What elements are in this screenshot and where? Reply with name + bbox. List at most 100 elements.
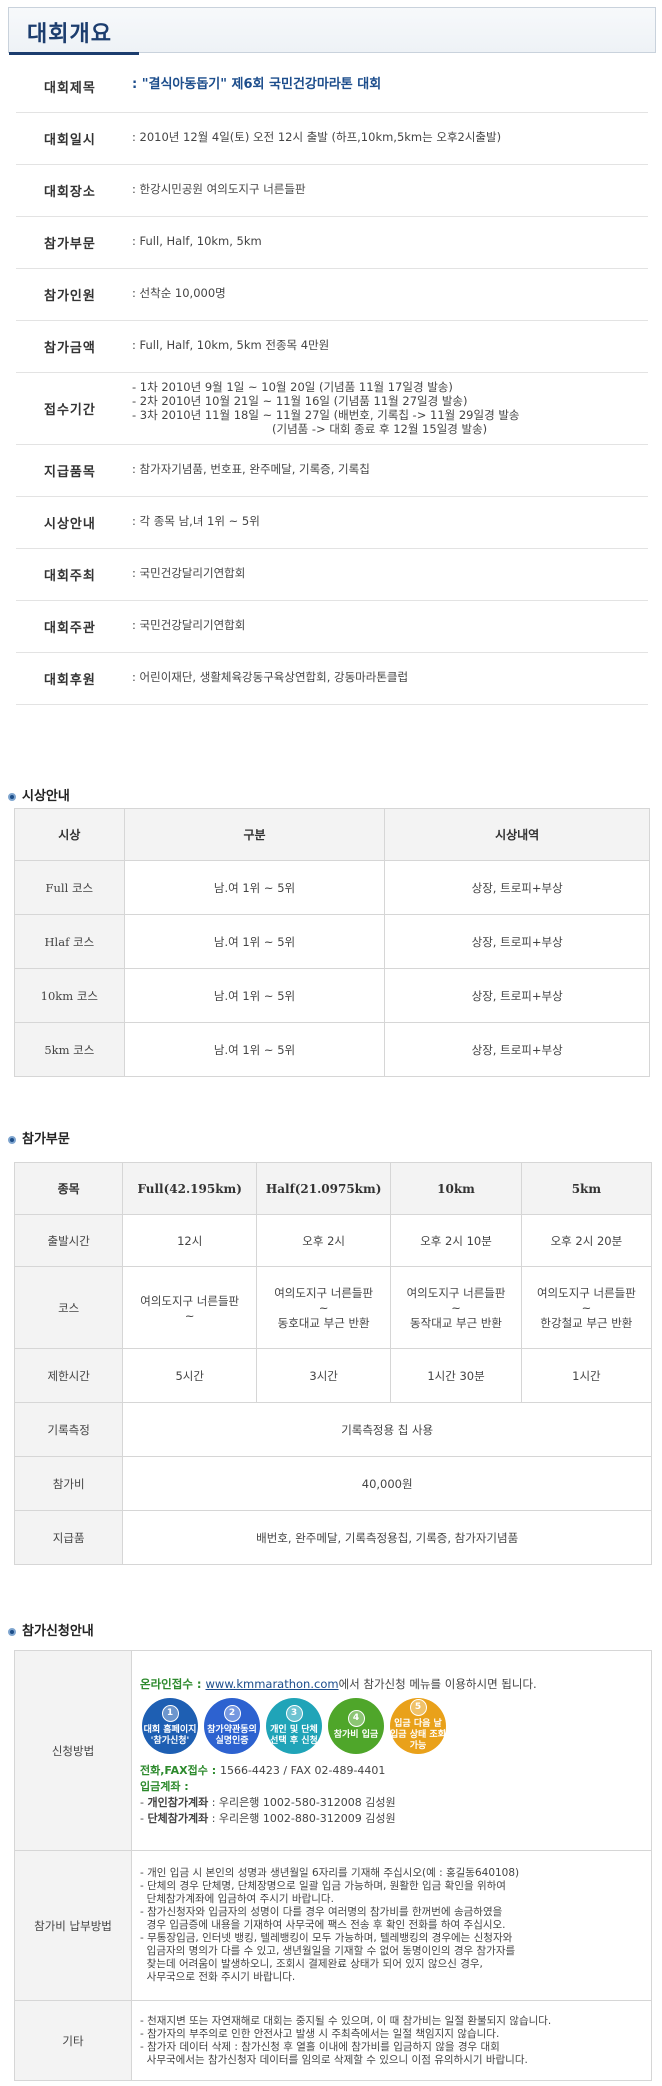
step-text: 입금 다음 날 — [394, 1719, 442, 1729]
table-cell: 오후 2시 10분 — [390, 1214, 522, 1267]
awards-section-title: 시상안내 — [8, 785, 70, 804]
table-cell: 오후 2시 20분 — [520, 1214, 653, 1267]
column-header: 시상 — [14, 808, 125, 861]
categories-section-title: 참가부문 — [8, 1128, 70, 1147]
other-content: - 천재지변 또는 자연재해로 대회는 중지될 수 있으며, 이 때 참가비는 … — [131, 2000, 652, 2081]
other-line: - 참가자 데이터 삭제 : 참가신청 후 열흘 이내에 참가비를 입금하지 않… — [140, 2040, 500, 2053]
overview-line: - 2차 2010년 10월 21일 ~ 11월 16일 (기념품 11월 27… — [132, 394, 468, 408]
course-line: 여의도지구 너른들판 — [406, 1285, 506, 1300]
overview-row: 대회장소: 한강시민공원 여의도지구 너른들판 — [16, 164, 648, 217]
table-row: 기록측정 기록측정용 칩 사용 — [13, 1402, 652, 1457]
course-line: 한강철교 부근 반환 — [540, 1315, 633, 1330]
group-account: - 단체참가계좌 : 우리은행 1002-880-312009 김성원 — [140, 1811, 396, 1825]
title-underline — [9, 52, 139, 55]
course-line: 여의도지구 너른들판 — [274, 1285, 374, 1300]
table-header-row: 시상 구분 시상내역 — [14, 808, 650, 861]
payment-line: 사무국으로 전화 주시기 바랍니다. — [140, 1971, 296, 1983]
course-line: ~ — [318, 1300, 329, 1315]
course-cell: 여의도지구 너른들판 ~ 한강철교 부근 반환 — [520, 1266, 653, 1349]
overview-label: 지급품목 — [44, 465, 96, 480]
table-cell: 상장, 트로피+부상 — [384, 1022, 650, 1077]
step-number: 2 — [223, 1704, 241, 1722]
row-label: 코스 — [13, 1266, 124, 1349]
account-label: 입금계좌 : — [140, 1779, 189, 1793]
method-content: 온라인접수 : www.kmmarathon.com에서 참가신청 메뉴를 이용… — [131, 1650, 652, 1851]
table-cell: 10km 코스 — [14, 968, 125, 1023]
step-number: 5 — [409, 1699, 427, 1716]
table-cell: 오후 2시 — [256, 1214, 392, 1267]
table-cell: 1시간 — [520, 1348, 653, 1403]
page-title: 대회개요 — [27, 22, 112, 47]
payment-line: - 무통장입금, 인터넷 뱅킹, 텔레뱅킹이 모두 가능하며, 텔레뱅킹의 경우… — [140, 1932, 513, 1944]
homepage-link[interactable]: www.kmmarathon.com — [206, 1677, 339, 1691]
row-label: 지급품 — [13, 1510, 124, 1565]
step-number: 3 — [285, 1704, 303, 1722]
table-cell: Hlaf 코스 — [14, 914, 125, 969]
table-row: 10km 코스 남.여 1위 ~ 5위 상장, 트로피+부상 — [14, 968, 650, 1023]
overview-row: 대회주관: 국민건강달리기연합회 — [16, 600, 648, 653]
step-text: 입금 상태 조회 가능 — [390, 1730, 446, 1751]
phone-label: 전화,FAX접수 : — [140, 1763, 220, 1777]
step-circle: 4 참가비 입금 — [328, 1697, 384, 1754]
method-label: 신청방법 — [14, 1650, 132, 1851]
course-line: 여의도지구 너른들판 — [140, 1293, 240, 1308]
overview-value: : 선착순 10,000명 — [132, 286, 226, 300]
step-circle: 1 대회 홈페이지 '참가신청' — [142, 1697, 198, 1754]
overview-row: 참가금액 : Full, Half, 10km, 5km 전종목 4만원 — [16, 320, 648, 373]
table-row: 출발시간 12시 오후 2시 오후 2시 10분 오후 2시 20분 — [13, 1214, 653, 1267]
awards-table: 시상 구분 시상내역 Full 코스 남.여 1위 ~ 5위 상장, 트로피+부상 Hlaf… — [14, 808, 650, 1077]
other-line: 사무국에서는 참가신청자 데이터를 임의로 삭제할 수 있으니 이점 유의하시기… — [140, 2053, 528, 2066]
table-cell: 상장, 트로피+부상 — [384, 914, 650, 969]
row-label: 제한시간 — [13, 1348, 124, 1403]
table-cell: 12시 — [122, 1214, 258, 1267]
column-header: 종목 — [13, 1162, 124, 1215]
overview-label: 참가금액 — [44, 341, 96, 356]
phone-value: 1566-4423 / FAX 02-489-4401 — [219, 1763, 386, 1777]
overview-row: 대회일시 : 2010년 12월 4일(토) 오전 12시 출발 (하프,10km… — [16, 112, 648, 165]
course-line: ~ — [184, 1308, 195, 1323]
payment-line: 입금자의 명의가 다를 수 있고, 생년월일을 기재할 수 없어 동명이인의 경… — [140, 1945, 516, 1957]
column-header: Half(21.0975km) — [256, 1162, 392, 1215]
overview-label: 시상안내 — [44, 517, 96, 532]
overview-value: : Full, Half, 10km, 5km — [132, 234, 262, 248]
overview-row: 지급품목: 참가자기념품, 번호표, 완주메달, 기록증, 기록칩 — [16, 444, 648, 497]
table-row: 5km 코스 남.여 1위 ~ 5위 상장, 트로피+부상 — [14, 1022, 650, 1077]
overview-label: 대회후원 — [44, 673, 96, 688]
overview-value: - 1차 2010년 9월 1일 ~ 10월 20일 (기념품 11월 17일경… — [132, 380, 519, 436]
step-circle: 2 참가약관동의 실명인증 — [204, 1697, 260, 1754]
overview-label: 대회일시 — [44, 133, 96, 148]
overview-row: 참가부문: Full, Half, 10km, 5km — [16, 216, 648, 269]
course-line: 여의도지구 너른들판 — [536, 1285, 636, 1300]
table-cell: 5시간 — [122, 1348, 258, 1403]
column-header: 10km — [390, 1162, 522, 1215]
payment-label: 참가비 납부방법 — [14, 1850, 132, 2001]
overview-value: : 어린이재단, 생활체육강동구육상연합회, 강동마라톤클럽 — [132, 670, 409, 684]
overview-value: : 2010년 12월 4일(토) 오전 12시 출발 (하프,10km,5km… — [132, 130, 502, 144]
course-cell: 여의도지구 너른들판 ~ 동작대교 부근 반환 — [390, 1266, 522, 1349]
table-cell: 배번호, 완주메달, 기록측정용칩, 기록증, 참가자기념품 — [122, 1510, 652, 1565]
step-number: 4 — [347, 1710, 365, 1727]
step-number: 1 — [161, 1704, 179, 1722]
step-circle: 3 개인 및 단체 선택 후 신청 — [266, 1697, 322, 1754]
overview-value: : Full, Half, 10km, 5km 전종목 4만원 — [132, 338, 330, 352]
overview-list: 대회제목: "결식아동돕기" 제6회 국민건강마라톤 대회대회일시 : 2010년… — [16, 60, 648, 740]
overview-row: 대회제목: "결식아동돕기" 제6회 국민건강마라톤 대회 — [16, 60, 648, 113]
payment-line: 단체참가계좌에 입금하여 주시기 바랍니다. — [140, 1893, 334, 1905]
course-line: ~ — [451, 1300, 461, 1315]
course-line: ~ — [581, 1300, 592, 1315]
table-cell: Full 코스 — [14, 860, 125, 915]
overview-label: 대회제목 — [44, 81, 96, 96]
table-row: 지급품 배번호, 완주메달, 기록측정용칩, 기록증, 참가자기념품 — [13, 1510, 652, 1565]
row-label: 출발시간 — [13, 1214, 124, 1267]
table-row: 제한시간 5시간 3시간 1시간 30분 1시간 — [13, 1348, 653, 1403]
table-row: 참가비 40,000원 — [13, 1456, 652, 1511]
table-cell: 3시간 — [256, 1348, 392, 1403]
overview-row: 시상안내: 각 종목 남,녀 1위 ~ 5위 — [16, 496, 648, 549]
step-text: 참가약관동의 — [207, 1724, 257, 1735]
payment-line: 찾는데 어려움이 발생하오니, 조회시 결제완료 상태가 되어 있지 않으신 경… — [140, 1958, 483, 1970]
categories-title-text: 참가부문 — [22, 1132, 70, 1147]
personal-account-label: 개인참가계좌 — [147, 1795, 209, 1809]
steps-row: 1 대회 홈페이지 '참가신청' 2 참가약관동의 실명인증 3 개인 및 단체 선택 후 신청… — [142, 1697, 643, 1754]
table-row: 코스 여의도지구 너른들판 ~ 여의도지구 너른들판 ~ 동호대교 부근 반환 여의도지구 … — [13, 1266, 653, 1349]
online-prefix: 온라인접수 : — [140, 1676, 206, 1691]
